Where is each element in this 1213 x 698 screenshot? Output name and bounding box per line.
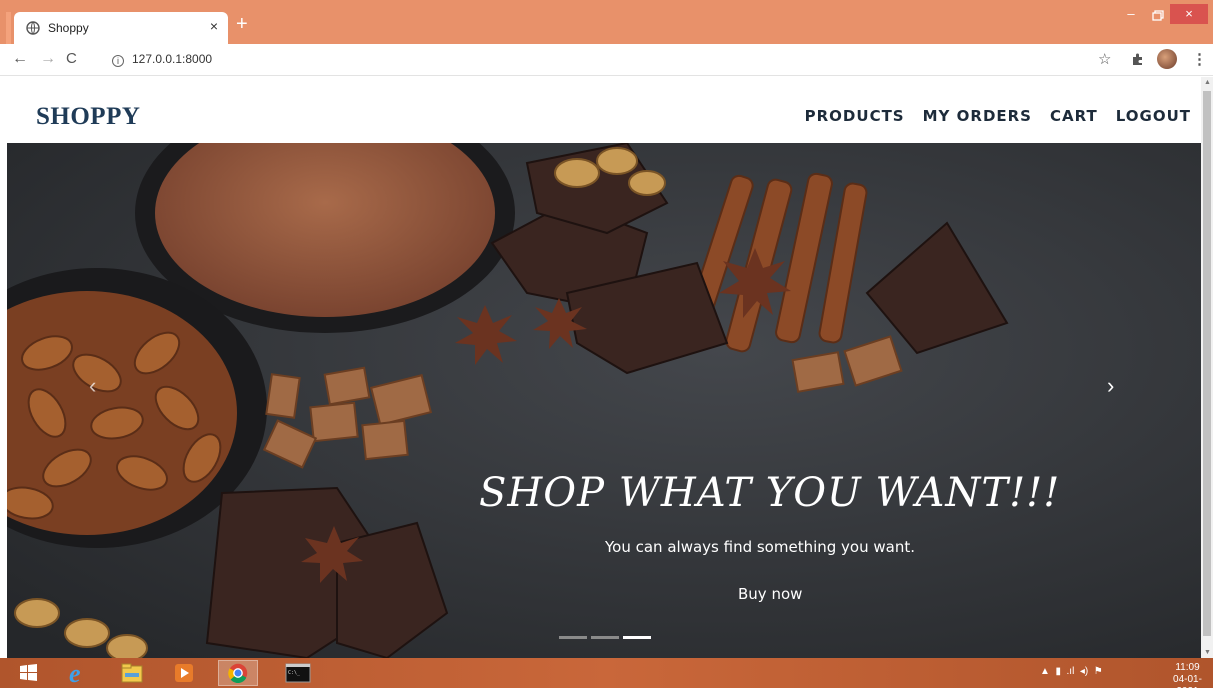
browser-menu-icon[interactable]: ⋮	[1192, 50, 1207, 68]
windows-start-icon[interactable]	[8, 660, 48, 686]
window-restore-button[interactable]	[1145, 8, 1167, 24]
back-arrow-icon[interactable]: ←	[12, 50, 28, 68]
internet-explorer-icon[interactable]: e	[58, 660, 98, 686]
clock-date: 04-01-2021	[1173, 674, 1202, 697]
tab-strip-edge	[6, 12, 11, 44]
browser-tab[interactable]: Shoppy ×	[14, 12, 228, 44]
windows-taskbar: e C:\_ ▲ ▮ .ıl ◂) ⚑ 11:09 04-01-2021	[0, 658, 1213, 697]
hero-background-image	[7, 143, 1201, 658]
hero-subtitle: You can always find something you want.	[605, 538, 915, 556]
profile-avatar[interactable]	[1157, 49, 1177, 69]
svg-text:e: e	[69, 660, 81, 686]
window-close-button[interactable]: ×	[1170, 4, 1208, 24]
system-tray-icons[interactable]: ▲ ▮ .ıl ◂) ⚑	[1040, 666, 1103, 677]
chrome-taskbar-icon[interactable]	[218, 660, 258, 686]
browser-toolbar: ← → C i 127.0.0.1:8000 ☆ ⋮	[0, 44, 1213, 76]
new-tab-button[interactable]: +	[236, 14, 248, 34]
nav-products[interactable]: PRODUCTS	[805, 107, 905, 125]
site-brand-logo[interactable]: SHOPPY	[36, 103, 140, 131]
site-info-icon[interactable]: i	[112, 55, 124, 67]
tab-close-icon[interactable]: ×	[210, 18, 218, 34]
scroll-up-arrow-icon[interactable]: ▲	[1204, 79, 1211, 86]
taskbar-clock[interactable]: 11:09 04-01-2021	[1162, 662, 1213, 698]
carousel-indicator-1[interactable]	[559, 636, 587, 639]
url-text: 127.0.0.1:8000	[132, 52, 213, 66]
clock-time: 11:09	[1175, 662, 1200, 673]
command-prompt-icon[interactable]: C:\_	[278, 660, 318, 686]
main-nav: PRODUCTS MY ORDERS CART LOGOUT	[805, 107, 1191, 125]
nav-logout[interactable]: LOGOUT	[1116, 107, 1191, 125]
carousel-indicator-2[interactable]	[591, 636, 619, 639]
hero-carousel: ‹ › SHOP WHAT YOU WANT!!! You can always…	[7, 143, 1201, 658]
hero-title: SHOP WHAT YOU WANT!!!	[479, 470, 1061, 516]
window-minimize-button[interactable]: –	[1120, 7, 1142, 24]
reload-icon[interactable]: C	[66, 50, 77, 68]
carousel-indicator-3[interactable]	[623, 636, 651, 639]
tab-title: Shoppy	[48, 21, 89, 35]
nav-cart[interactable]: CART	[1050, 107, 1098, 125]
file-explorer-icon[interactable]	[112, 660, 152, 686]
media-player-icon[interactable]	[164, 660, 204, 686]
browser-tab-strip: Shoppy × + – ×	[0, 0, 1213, 44]
carousel-next-chevron-icon[interactable]: ›	[1107, 373, 1114, 399]
nav-my-orders[interactable]: MY ORDERS	[923, 107, 1032, 125]
address-bar[interactable]: i 127.0.0.1:8000	[112, 52, 212, 67]
buy-now-button[interactable]: Buy now	[738, 585, 802, 603]
carousel-indicators	[559, 636, 651, 639]
svg-text:C:\_: C:\_	[288, 670, 301, 676]
extensions-puzzle-icon[interactable]	[1131, 52, 1145, 66]
page-scrollbar[interactable]: ▲ ▼	[1201, 77, 1213, 658]
scrollbar-thumb[interactable]	[1203, 91, 1211, 636]
scroll-down-arrow-icon[interactable]: ▼	[1204, 649, 1211, 656]
page-content: SHOPPY PRODUCTS MY ORDERS CART LOGOUT ‹ …	[0, 77, 1201, 658]
globe-icon	[26, 21, 40, 35]
bookmark-star-icon[interactable]: ☆	[1098, 50, 1111, 68]
carousel-prev-chevron-icon[interactable]: ‹	[89, 373, 96, 399]
forward-arrow-icon[interactable]: →	[40, 50, 56, 68]
